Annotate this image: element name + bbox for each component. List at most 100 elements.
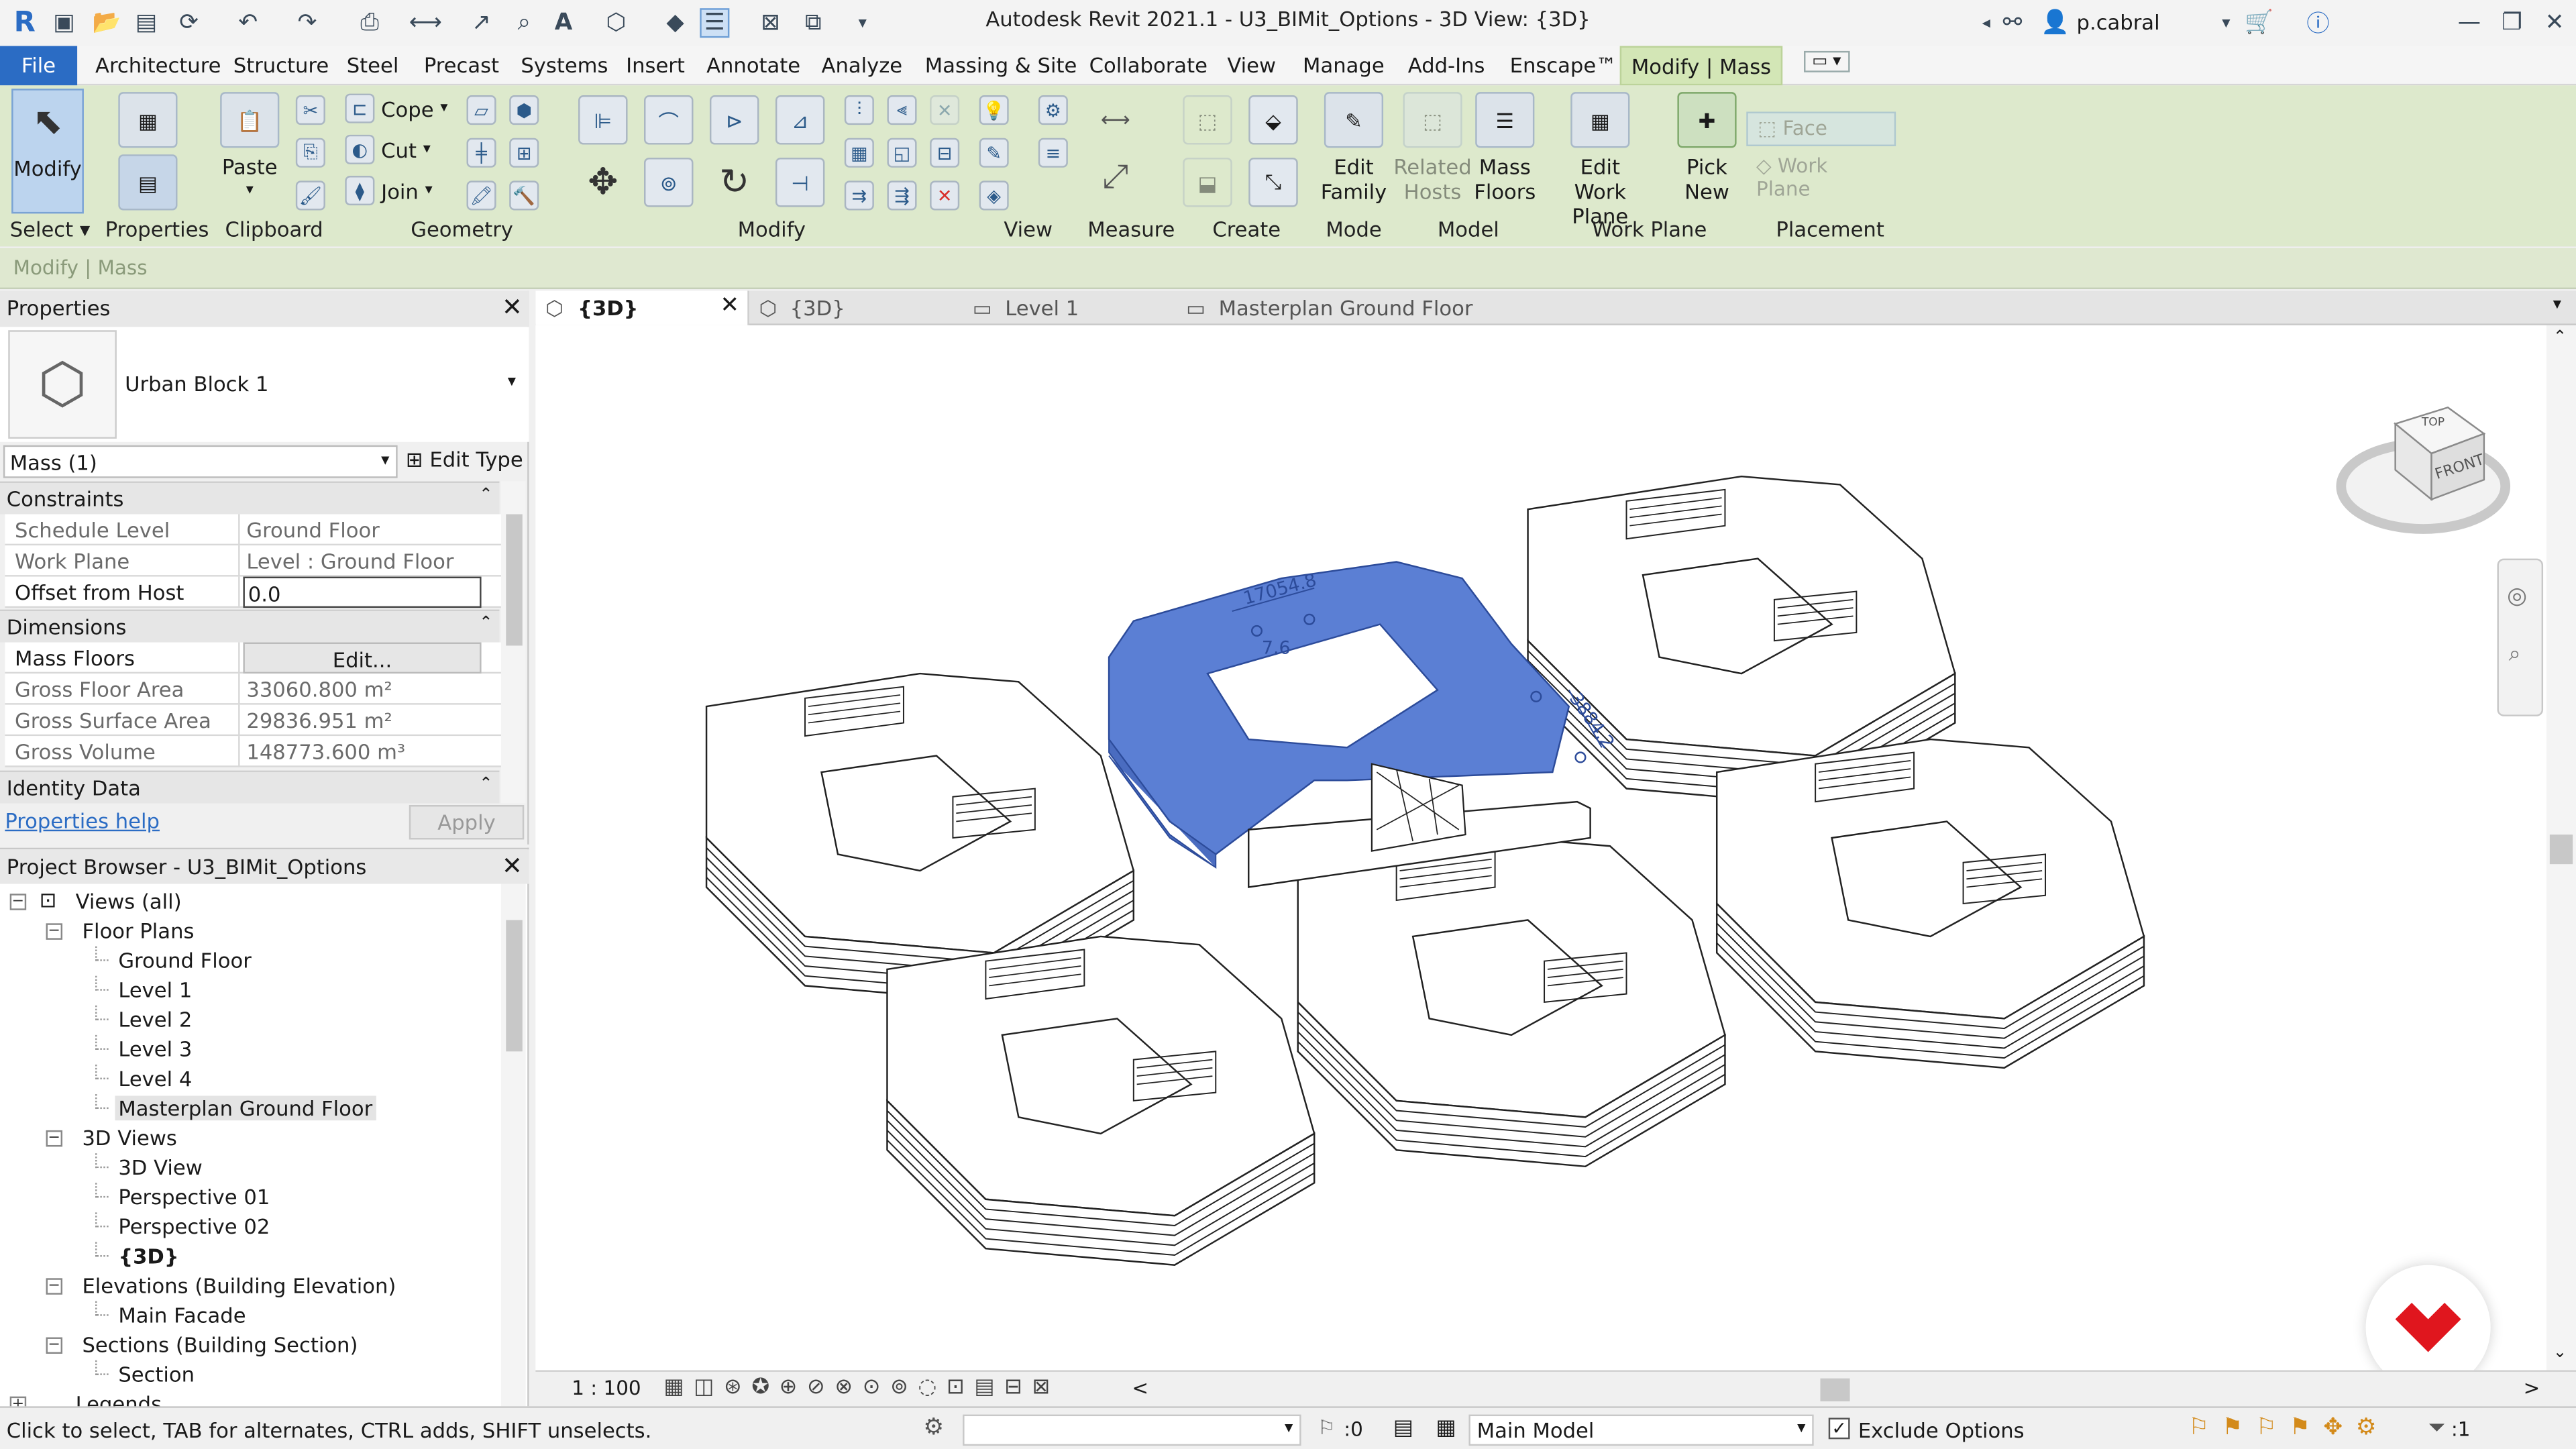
browser-item[interactable]: − 3D Views (0, 1124, 496, 1153)
save-icon[interactable]: ▤ (131, 8, 161, 38)
drawing-area-3d[interactable]: 17054.8 7.6 3884.2 TOP FRONT ◎ ⌕ (535, 325, 2546, 1390)
mass-floors-button[interactable]: ☰ Mass Floors (1472, 92, 1538, 204)
split-face-icon[interactable]: ▱ (466, 95, 496, 125)
workset-dropdown[interactable]: ▾ (963, 1414, 1301, 1446)
tab-analyze[interactable]: Analyze (822, 52, 903, 77)
mass-block-bottom-left[interactable] (886, 935, 1316, 1266)
remove-paint-icon[interactable]: ⊞ (509, 138, 539, 168)
restore-icon[interactable]: ❐ (2497, 8, 2526, 38)
browser-item[interactable]: − Sections (Building Section) (0, 1331, 496, 1360)
modify-button[interactable]: ⬉ Modify (11, 89, 84, 214)
browser-item[interactable]: Masterplan Ground Floor (0, 1094, 496, 1124)
revit-logo-icon[interactable]: R (10, 7, 40, 40)
user-icon[interactable]: 👤 (2041, 8, 2070, 38)
instance-filter[interactable]: Mass (1) ▾ (3, 445, 398, 478)
browser-item[interactable]: 3D View (0, 1153, 496, 1183)
properties-help-link[interactable]: Properties help (5, 808, 160, 833)
cart-icon[interactable]: 🛒 (2244, 8, 2273, 38)
view-scale[interactable]: 1 : 100 (572, 1377, 641, 1399)
user-name[interactable]: p.cabral (2077, 10, 2160, 35)
browser-item[interactable]: Ground Floor (0, 946, 496, 976)
measure-distance-icon[interactable]: ⟷ (1087, 99, 1143, 138)
h-scroll-right-icon[interactable]: > (2524, 1377, 2540, 1399)
thin-lines-icon[interactable]: ☰ (700, 8, 730, 38)
browser-item[interactable]: Section (0, 1360, 496, 1390)
browser-item[interactable]: Main Facade (0, 1301, 496, 1331)
pick-new-button[interactable]: ✚ Pick New (1676, 92, 1738, 204)
tab-structure[interactable]: Structure (233, 52, 329, 77)
filter-icon[interactable]: ⏷ (2428, 1416, 2445, 1441)
tabs-menu-icon[interactable]: ▾ (2553, 290, 2561, 325)
join-button[interactable]: ⧫ Join ▾ (345, 176, 433, 206)
tab-enscape[interactable]: Enscape™ (1510, 52, 1617, 77)
align-icon[interactable]: ⊫ (578, 95, 628, 145)
apply-button[interactable]: Apply (409, 805, 525, 840)
tab-3d-active[interactable]: ⬡ {3D} ✕ (535, 290, 749, 325)
related-hosts-button[interactable]: ⬚ Related Hosts (1393, 92, 1472, 204)
switch-windows-icon[interactable]: ⧉ (798, 8, 828, 38)
edit-work-plane-button[interactable]: ▦ Edit Work Plane (1551, 92, 1650, 228)
pick-wall-icon[interactable]: 🔨 (509, 180, 539, 211)
create-similar-icon[interactable]: ⤡ (1248, 158, 1298, 207)
steering-wheel-icon[interactable]: ◎ (2507, 583, 2527, 609)
properties-scrollbar[interactable] (500, 481, 526, 804)
collapse-icon[interactable]: − (46, 1130, 63, 1147)
tab-level-1[interactable]: ▭ Level 1 (973, 290, 1177, 325)
tag-icon[interactable]: ⌕ (509, 8, 539, 38)
collapse-icon[interactable]: − (9, 894, 27, 910)
browser-item[interactable]: Level 4 (0, 1064, 496, 1094)
browser-scroll-thumb[interactable] (506, 920, 523, 1052)
type-dropdown-icon[interactable]: ▾ (508, 373, 516, 391)
filter-view-icon[interactable]: ◈ (979, 180, 1009, 211)
match-properties-icon[interactable]: 🖌 (295, 180, 325, 211)
scroll-up-icon[interactable]: ⌃ (2553, 329, 2567, 347)
tab-systems[interactable]: Systems (521, 52, 608, 77)
tab-precast[interactable]: Precast (424, 52, 499, 77)
ribbon-minimize-toggle-icon[interactable]: ▭ ▾ (1804, 50, 1849, 72)
split-gap-icon[interactable]: ⫷ (887, 95, 917, 125)
user-dropdown-icon[interactable]: ▾ (2211, 8, 2241, 38)
browser-item[interactable]: − Elevations (Building Elevation) (0, 1272, 496, 1301)
close-hidden-icon[interactable]: ⊠ (756, 8, 786, 38)
rotate-icon[interactable]: ↻ (710, 158, 759, 207)
paste-button[interactable]: 📋 Paste ▾ (220, 92, 280, 204)
viewcube-top-label[interactable]: TOP (2422, 416, 2445, 429)
tab-collaborate[interactable]: Collaborate (1089, 52, 1208, 77)
home-icon[interactable]: ▣ (49, 8, 78, 38)
tab-modify-mass[interactable]: Modify | Mass (1619, 46, 1783, 86)
delete-icon[interactable]: ✕ (930, 180, 960, 211)
h-scroll-left-icon[interactable]: < (1132, 1377, 1148, 1399)
browser-item[interactable]: Perspective 01 (0, 1183, 496, 1212)
dimension-label-small[interactable]: 7.6 (1262, 638, 1291, 659)
sync-icon[interactable]: ⟳ (174, 8, 204, 38)
create-group-icon[interactable]: ⬓ (1183, 158, 1232, 207)
override-graphics-icon[interactable]: 💡 (979, 95, 1009, 125)
mirror-draw-axis-icon[interactable]: ⊿ (775, 95, 825, 145)
open-icon[interactable]: 📂 (92, 8, 121, 38)
massing-model[interactable]: 17054.8 7.6 3884.2 (535, 325, 2546, 1371)
collapse-icon[interactable]: − (46, 1337, 63, 1354)
array-icon[interactable]: ▦ (844, 138, 874, 168)
create-assembly-icon[interactable]: ⬙ (1248, 95, 1298, 145)
wall-joins-icon[interactable]: ╪ (466, 138, 496, 168)
browser-item[interactable]: Level 3 (0, 1034, 496, 1065)
mass-block-center[interactable] (1297, 837, 1726, 1168)
copy-icon[interactable]: ⎘ (295, 138, 325, 168)
measure-icon[interactable]: ⟷ (409, 8, 442, 38)
section-icon[interactable]: ◆ (660, 8, 690, 38)
binoculars-icon[interactable]: ⚯ (1998, 8, 2027, 38)
text-icon[interactable]: A (549, 8, 578, 38)
close-properties-icon[interactable]: ✕ (502, 292, 523, 322)
edit-family-button[interactable]: ✎ Edit Family (1321, 92, 1387, 204)
active-option-icon[interactable]: ▦ (1436, 1416, 1456, 1441)
worksets-icon[interactable]: ⚙ (923, 1415, 944, 1441)
close-window-icon[interactable]: ✕ (2540, 8, 2569, 38)
browser-item[interactable]: Level 1 (0, 975, 496, 1006)
tab-architecture[interactable]: Architecture (95, 52, 221, 77)
browser-item[interactable]: − ⊡ Views (all) (0, 887, 496, 916)
browser-item[interactable]: − Floor Plans (0, 917, 496, 947)
scroll-down-icon[interactable]: ⌄ (2553, 1344, 2567, 1362)
tab-view[interactable]: View (1227, 52, 1276, 77)
tab-file[interactable]: File (0, 46, 78, 86)
tab-steel[interactable]: Steel (347, 52, 399, 77)
